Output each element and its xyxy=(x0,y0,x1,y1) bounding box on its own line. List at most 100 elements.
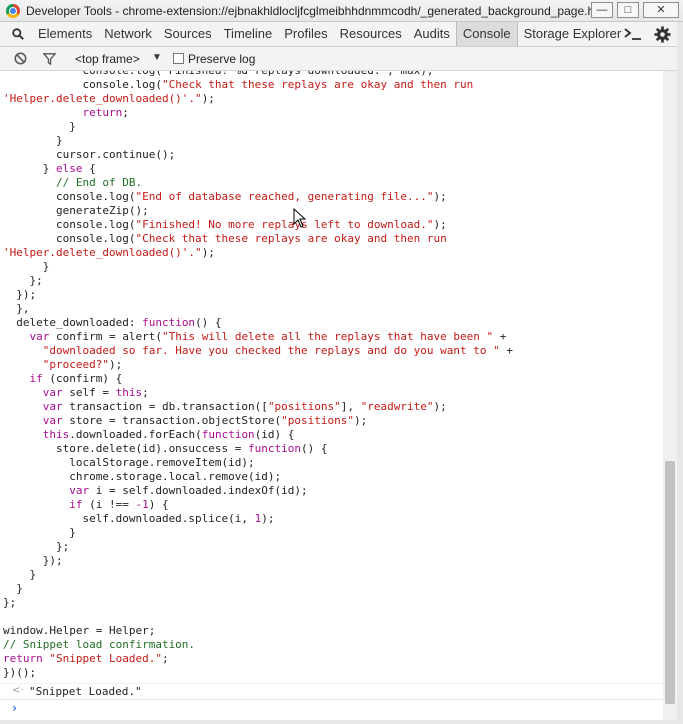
search-icon[interactable] xyxy=(12,28,24,40)
prompt-chevron-icon: › xyxy=(12,701,17,715)
code-token: 'Helper.delete_downloaded()'." xyxy=(3,246,202,259)
code-token: "This will delete all the replays that h… xyxy=(161,330,494,343)
code-token: -1 xyxy=(135,498,149,511)
code-token: "End of database reached, generating fil… xyxy=(135,190,434,203)
console-output[interactable]: console.log("Finished! %d replays downlo… xyxy=(0,71,663,720)
chevron-down-icon[interactable]: ▼ xyxy=(152,52,162,63)
code-token: ); xyxy=(108,358,123,371)
tab-profiles[interactable]: Profiles xyxy=(278,22,333,46)
minimize-button[interactable]: — xyxy=(591,2,613,18)
code-token: var xyxy=(29,330,50,343)
code-line: localStorage.removeItem(id); xyxy=(0,456,663,470)
console-prompt[interactable]: › xyxy=(0,699,663,718)
tab-storage-explorer[interactable]: Storage Explorer xyxy=(518,22,628,46)
code-token: window.Helper = Helper; xyxy=(3,624,156,637)
code-line: } else { xyxy=(0,162,663,176)
tab-timeline[interactable]: Timeline xyxy=(218,22,279,46)
code-line: var store = transaction.objectStore("pos… xyxy=(0,414,663,428)
code-token: "positions" xyxy=(267,400,341,413)
frame-select[interactable]: <top frame> xyxy=(75,52,140,66)
code-line: var confirm = alert("This will delete al… xyxy=(0,330,663,344)
filter-icon[interactable] xyxy=(43,53,56,65)
preserve-log-label[interactable]: Preserve log xyxy=(188,52,255,66)
maximize-button[interactable]: □ xyxy=(617,2,639,18)
code-token: store.delete(id).onsuccess = xyxy=(3,442,249,455)
code-listing: console.log("Finished! %d replays downlo… xyxy=(0,71,663,680)
code-token: }; xyxy=(3,596,17,609)
close-button[interactable]: ✕ xyxy=(643,2,679,18)
code-token: } xyxy=(3,526,76,539)
code-token: "positions" xyxy=(281,414,355,427)
tab-console[interactable]: Console xyxy=(455,22,518,46)
drawer-icon[interactable] xyxy=(624,27,642,41)
code-line: }; xyxy=(0,274,663,288)
code-line: // Snippet load confirmation. xyxy=(0,638,663,652)
code-token: store = transaction.objectStore( xyxy=(62,414,282,427)
code-line: if (i !== -1) { xyxy=(0,498,663,512)
scrollbar-thumb[interactable] xyxy=(665,461,675,704)
code-token: + xyxy=(493,330,507,343)
code-line: }); xyxy=(0,554,663,568)
code-token: var xyxy=(42,414,63,427)
code-token: () { xyxy=(195,316,222,329)
code-token: .downloaded.forEach( xyxy=(69,428,202,441)
code-line: 'Helper.delete_downloaded()'."); xyxy=(0,92,663,106)
code-token: if xyxy=(29,372,43,385)
code-line: } xyxy=(0,134,663,148)
tab-network[interactable]: Network xyxy=(98,22,158,46)
code-line: console.log("Check that these replays ar… xyxy=(0,78,663,92)
code-line: } xyxy=(0,260,663,274)
code-token: "Check that these replays are okay and t… xyxy=(161,78,474,91)
code-line: var transaction = db.transaction(["posit… xyxy=(0,400,663,414)
code-line: "downloaded so far. Have you checked the… xyxy=(0,344,663,358)
result-text: "Snippet Loaded." xyxy=(29,685,142,698)
preserve-log-checkbox[interactable] xyxy=(173,53,184,64)
code-line: generateZip(); xyxy=(0,204,663,218)
code-token: cursor.continue(); xyxy=(3,148,176,161)
code-line: cursor.continue(); xyxy=(0,148,663,162)
code-token: ) { xyxy=(148,498,169,511)
code-token: var xyxy=(42,386,63,399)
window-titlebar[interactable]: Developer Tools - chrome-extension://ejb… xyxy=(0,0,683,22)
code-token: (id) { xyxy=(254,428,295,441)
code-token: } xyxy=(3,582,23,595)
tab-resources[interactable]: Resources xyxy=(334,22,408,46)
code-token: function xyxy=(201,428,255,441)
devtools-tabs: Elements Network Sources Timeline Profiles Re… xyxy=(32,22,627,46)
code-line: } xyxy=(0,568,663,582)
code-line: console.log("Finished! No more replays l… xyxy=(0,218,663,232)
code-token: ; xyxy=(161,652,169,665)
code-token: ); xyxy=(201,246,215,259)
code-token: } xyxy=(3,260,50,273)
code-token: delete_downloaded: xyxy=(3,316,143,329)
console-input[interactable] xyxy=(28,701,652,717)
window-title: Developer Tools - chrome-extension://ejb… xyxy=(26,4,611,18)
code-token: console.log("Finished! %d replays downlo… xyxy=(3,71,433,77)
tab-sources[interactable]: Sources xyxy=(158,22,218,46)
code-token: if xyxy=(69,498,83,511)
code-token: confirm = alert( xyxy=(49,330,162,343)
window-border xyxy=(677,22,683,724)
clear-icon[interactable] xyxy=(14,52,27,65)
console-scrollbar[interactable] xyxy=(663,71,677,720)
code-token: localStorage.removeItem(id); xyxy=(3,456,255,469)
tab-audits[interactable]: Audits xyxy=(408,22,456,46)
code-token: }; xyxy=(3,540,70,553)
code-line: // End of DB. xyxy=(0,176,663,190)
code-line: this.downloaded.forEach(function(id) { xyxy=(0,428,663,442)
code-token: ], xyxy=(340,400,361,413)
code-line: console.log("Check that these replays ar… xyxy=(0,232,663,246)
code-token: { xyxy=(82,162,96,175)
code-token: (confirm) { xyxy=(42,372,123,385)
tab-elements[interactable]: Elements xyxy=(32,22,98,46)
gear-icon[interactable] xyxy=(654,26,671,43)
